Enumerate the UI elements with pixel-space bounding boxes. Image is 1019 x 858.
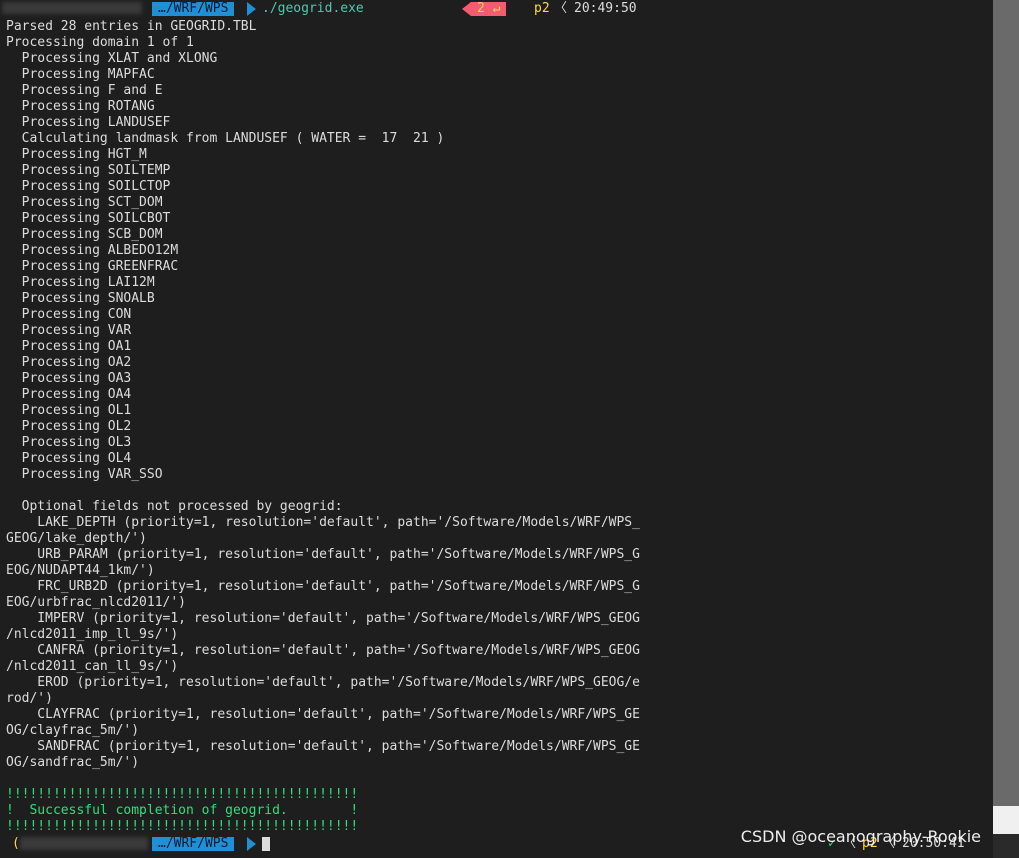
success-line: !!!!!!!!!!!!!!!!!!!!!!!!!!!!!!!!!!!!!!!!… <box>6 787 359 802</box>
output-line: Processing SOILCBOT <box>6 211 171 226</box>
output-line: CLAYFRAC (priority=1, resolution='defaul… <box>6 707 640 722</box>
output-line: Processing HGT_M <box>6 147 147 162</box>
redacted-user-host <box>2 2 142 14</box>
output-line: rod/') <box>6 691 53 706</box>
output-line: Processing SCB_DOM <box>6 227 163 242</box>
typed-command: ./geogrid.exe <box>262 1 364 16</box>
output-line: Processing SOILCTOP <box>6 179 171 194</box>
output-line: EOG/urbfrac_nlcd2011/') <box>6 595 187 610</box>
watermark: CSDN @oceanography-Rookie <box>740 827 981 846</box>
output-line: Processing MAPFAC <box>6 67 155 82</box>
output-line: Processing OA2 <box>6 355 132 370</box>
scrollbar-track[interactable] <box>993 806 1019 834</box>
output-line: SANDFRAC (priority=1, resolution='defaul… <box>6 739 640 754</box>
output-line: Optional fields not processed by geogrid… <box>6 499 343 514</box>
output-line: Processing OL3 <box>6 435 132 450</box>
output-line: LAKE_DEPTH (priority=1, resolution='defa… <box>6 515 640 530</box>
success-line: ! Successful completion of geogrid. ! <box>6 803 359 818</box>
scrollbar[interactable] <box>993 0 1019 858</box>
output-line: /nlcd2011_can_ll_9s/') <box>6 659 179 674</box>
prompt-line-top: …/WRF/WPS ./geogrid.exe 2 ↵ p2 〈 20:49:5… <box>0 0 993 16</box>
output-line: Processing VAR_SSO <box>6 467 163 482</box>
output-line: Processing ROTANG <box>6 99 155 114</box>
output-line: FRC_URB2D (priority=1, resolution='defau… <box>6 579 640 594</box>
output-line: URB_PARAM (priority=1, resolution='defau… <box>6 547 640 562</box>
output-line: Processing GREENFRAC <box>6 259 179 274</box>
segment-arrow-icon <box>247 2 256 16</box>
scrollbar-thumb[interactable] <box>993 0 1019 806</box>
output-line: Processing OL1 <box>6 403 132 418</box>
output-line: Processing CON <box>6 307 132 322</box>
prompt-paren: ( <box>12 836 20 851</box>
output-line: Processing SCT_DOM <box>6 195 163 210</box>
chevron-left-icon: 〈 <box>554 1 568 16</box>
segment-arrow-icon <box>247 837 256 851</box>
output-line: Parsed 28 entries in GEOGRID.TBL <box>6 19 257 34</box>
output-line: Processing OA4 <box>6 387 132 402</box>
output-line: Processing XLAT and XLONG <box>6 51 218 66</box>
output-line: Processing OA3 <box>6 371 132 386</box>
prompt-path-segment: …/WRF/WPS <box>152 837 235 851</box>
output-line: Processing VAR <box>6 323 132 338</box>
segment-arrow-icon <box>462 2 471 16</box>
output-line: Processing SOILTEMP <box>6 163 171 178</box>
text-cursor <box>262 837 270 851</box>
output-line: OG/clayfrac_5m/') <box>6 723 140 738</box>
output-line: Processing domain 1 of 1 <box>6 35 194 50</box>
exit-code-badge: 2 ↵ <box>471 2 507 16</box>
output-line: Processing OA1 <box>6 339 132 354</box>
success-line: !!!!!!!!!!!!!!!!!!!!!!!!!!!!!!!!!!!!!!!!… <box>6 819 359 834</box>
redacted-user-host <box>20 837 148 850</box>
prompt-time: 20:49:50 <box>574 1 637 16</box>
output-line: GEOG/lake_depth/') <box>6 531 147 546</box>
output-line: Processing SNOALB <box>6 291 155 306</box>
output-line: Processing OL2 <box>6 419 132 434</box>
output-line: Processing F and E <box>6 83 163 98</box>
output-line: EROD (priority=1, resolution='default', … <box>6 675 640 690</box>
output-line: IMPERV (priority=1, resolution='default'… <box>6 611 640 626</box>
output-line: Calculating landmask from LANDUSEF ( WAT… <box>6 131 445 146</box>
output-line: Processing LAI12M <box>6 275 155 290</box>
output-line: Processing OL4 <box>6 451 132 466</box>
prompt-path-segment: …/WRF/WPS <box>152 2 235 16</box>
terminal-window[interactable]: …/WRF/WPS ./geogrid.exe 2 ↵ p2 〈 20:49:5… <box>0 0 993 858</box>
output-line: OG/sandfrac_5m/') <box>6 755 140 770</box>
output-line: CANFRA (priority=1, resolution='default'… <box>6 643 640 658</box>
output-line: /nlcd2011_imp_ll_9s/') <box>6 627 179 642</box>
job-indicator: p2 <box>534 1 550 16</box>
output-line: Processing LANDUSEF <box>6 115 171 130</box>
output-line: Processing ALBEDO12M <box>6 243 179 258</box>
output-line: EOG/NUDAPT44_1km/') <box>6 563 155 578</box>
